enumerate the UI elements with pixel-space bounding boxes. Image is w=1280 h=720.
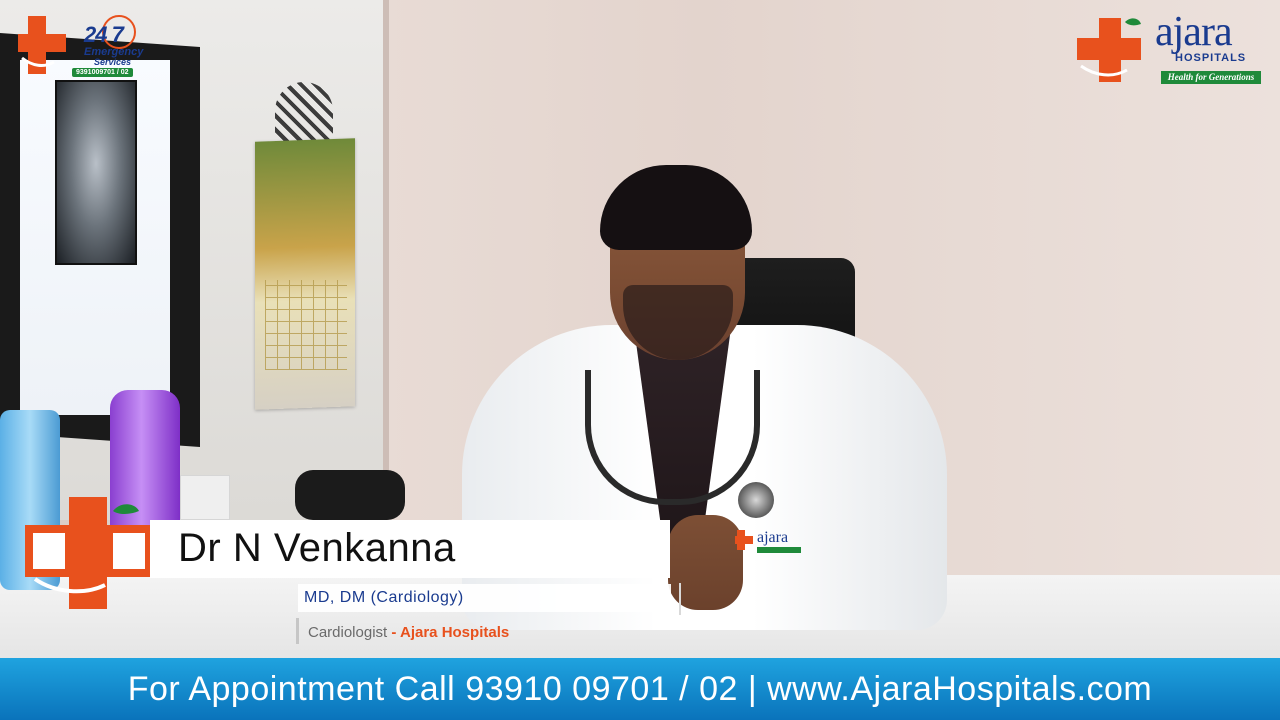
emergency-badge: 24 7 Emergency Services 9391009701 / 02	[14, 10, 144, 90]
role-separator: -	[387, 624, 400, 641]
lower-third-cross-icon	[25, 497, 151, 609]
banner-text: For Appointment Call 93910 09701 / 02 | …	[0, 658, 1280, 720]
appointment-banner: For Appointment Call 93910 09701 / 02 | …	[0, 658, 1280, 720]
doctor-role: Cardiologist	[308, 624, 388, 641]
pen-stand	[180, 475, 230, 520]
degree-card: MD, DM (Cardiology)	[298, 584, 671, 612]
chest-xray-film	[55, 80, 137, 265]
doctor-role-line: Cardiologist - Ajara Hospitals	[308, 624, 509, 641]
doctor-organization: Ajara Hospitals	[400, 624, 510, 641]
banner-divider: |	[737, 670, 768, 708]
hospital-logo-subtitle: HOSPITALS	[1175, 52, 1247, 64]
stethoscope-chestpiece	[738, 482, 774, 518]
video-frame: ajara	[0, 0, 1280, 720]
lower-third-divider	[679, 583, 681, 615]
desk-telephone	[295, 470, 405, 520]
hospital-cross-icon	[1077, 18, 1141, 82]
banner-phone: 93910 09701 / 02	[465, 670, 738, 708]
doctor-name: Dr N Venkanna	[178, 526, 456, 570]
role-divider	[296, 618, 299, 644]
coat-logo-icon: ajara	[735, 529, 801, 553]
emergency-hours: 24 7	[84, 22, 124, 47]
svg-text:ajara: ajara	[757, 529, 788, 546]
calendar-grid	[265, 280, 347, 370]
hospital-logo: ajara HOSPITALS Health for Generations	[1075, 9, 1270, 89]
doctor-hair	[600, 165, 752, 250]
banner-prefix: For Appointment Call	[127, 670, 466, 708]
emergency-phone: 9391009701 / 02	[72, 68, 133, 77]
hospital-logo-tagline: Health for Generations	[1161, 71, 1261, 84]
doctor-degree: MD, DM (Cardiology)	[304, 589, 464, 606]
name-card: Dr N Venkanna	[150, 520, 670, 578]
hospital-logo-name: ajara	[1155, 9, 1233, 55]
services-label: Services	[94, 57, 132, 67]
wall-corner	[383, 0, 389, 520]
banner-website: www.AjaraHospitals.com	[767, 670, 1153, 708]
